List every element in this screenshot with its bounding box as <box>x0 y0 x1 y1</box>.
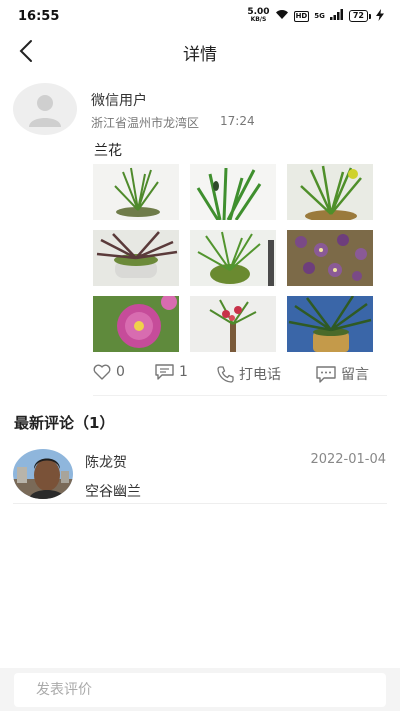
nav-bar: 详情 <box>0 34 400 66</box>
comment-author: 陈龙贺 <box>85 455 127 471</box>
post-divider <box>93 395 387 396</box>
orchid-pot-photo <box>93 230 179 286</box>
comment-button[interactable]: 1 <box>155 364 188 380</box>
orchid-blue-pot-photo <box>287 296 373 352</box>
orchid-plant-photo <box>190 164 276 220</box>
charging-icon <box>376 8 384 24</box>
orchid-red-flowers-photo <box>190 296 276 352</box>
message-button[interactable]: 留言 <box>316 364 369 384</box>
poster-name: 微信用户 <box>91 93 147 109</box>
call-label: 打电话 <box>239 367 281 383</box>
photo-3[interactable] <box>287 164 373 220</box>
commenter-avatar[interactable] <box>13 449 73 499</box>
avatar[interactable] <box>13 83 77 135</box>
bottom-bar <box>0 668 400 711</box>
network-speed-value: 5.00 <box>247 7 270 17</box>
photo-7[interactable] <box>93 296 179 352</box>
comment-date: 2022-01-04 <box>310 452 386 467</box>
avatar-photo <box>13 449 73 499</box>
battery-icon: 72 <box>348 10 371 22</box>
status-indicators: 5.00 KB/S HD 5G 72 <box>247 8 384 24</box>
photo-grid <box>93 164 373 352</box>
photo-6[interactable] <box>287 230 373 286</box>
network-speed: 5.00 KB/S <box>247 8 269 24</box>
poster-location: 浙江省温州市龙湾区 <box>91 116 200 130</box>
wifi-icon <box>275 9 289 23</box>
photo-9[interactable] <box>287 296 373 352</box>
post-text: 兰花 <box>94 143 122 159</box>
like-count: 0 <box>116 364 125 380</box>
user-placeholder-icon <box>29 95 61 127</box>
comment-count: 1 <box>179 364 188 380</box>
photo-4[interactable] <box>93 230 179 286</box>
status-time: 16:55 <box>18 9 60 24</box>
status-bar: 16:55 5.00 KB/S HD 5G 72 <box>0 0 400 34</box>
message-label: 留言 <box>341 367 369 383</box>
photo-8[interactable] <box>190 296 276 352</box>
call-button[interactable]: 打电话 <box>217 364 281 384</box>
photo-2[interactable] <box>190 164 276 220</box>
battery-level: 72 <box>348 10 368 22</box>
comment-text: 空谷幽兰 <box>85 484 141 500</box>
comment-input[interactable] <box>14 673 386 707</box>
peony-flower-photo <box>93 296 179 352</box>
comment-icon <box>155 364 174 380</box>
post-actions: 0 1 打电话 留言 <box>0 364 400 386</box>
post-time: 17:24 <box>220 114 255 128</box>
hd-badge: HD <box>293 10 310 22</box>
comments-heading: 最新评论（1） <box>14 414 115 432</box>
orchid-purple-flowers-photo <box>287 230 373 286</box>
photo-1[interactable] <box>93 164 179 220</box>
signal-label: 5G <box>314 12 325 20</box>
phone-icon <box>217 365 234 383</box>
message-icon <box>316 365 336 383</box>
comment-divider <box>13 503 387 504</box>
network-speed-unit: KB/S <box>250 16 267 23</box>
signal-icon <box>329 9 344 23</box>
orchid-pot-photo <box>190 230 276 286</box>
photo-5[interactable] <box>190 230 276 286</box>
like-button[interactable]: 0 <box>93 364 125 380</box>
comment-item: 陈龙贺 2022-01-04 空谷幽兰 <box>0 445 400 504</box>
page-title: 详情 <box>183 45 217 65</box>
orchid-flowering-photo <box>287 164 373 220</box>
battery-tip <box>369 13 371 19</box>
orchid-plant-photo <box>93 164 179 220</box>
heart-icon <box>93 364 111 380</box>
